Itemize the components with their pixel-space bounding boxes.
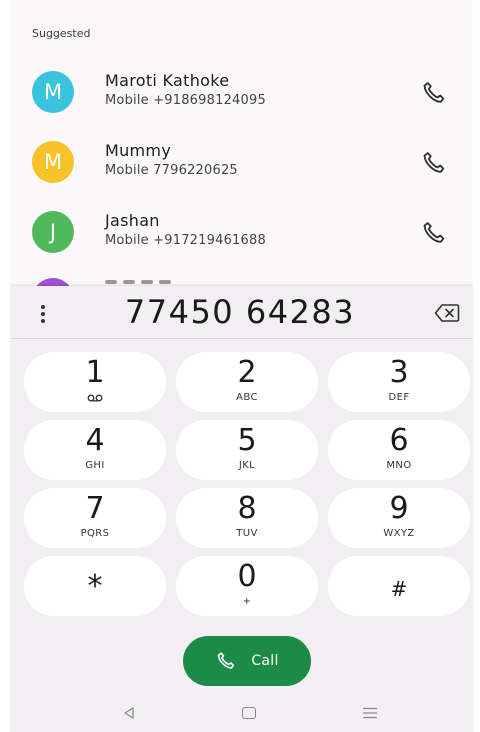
key-digit: 1 bbox=[85, 355, 105, 390]
phone-icon[interactable] bbox=[420, 149, 448, 177]
key-letters: DEF bbox=[388, 392, 410, 403]
contact-number: Mobile 7796220625 bbox=[105, 163, 238, 178]
key-letters: TUV bbox=[236, 528, 258, 539]
phone-icon[interactable] bbox=[420, 219, 448, 247]
contact-row[interactable]: J Jashan Mobile +917219461688 bbox=[10, 203, 473, 267]
phone-icon bbox=[218, 652, 235, 669]
contact-name-partial bbox=[105, 274, 215, 284]
dial-key-hash[interactable]: # bbox=[328, 556, 470, 616]
key-digit: 0 bbox=[237, 559, 257, 594]
key-digit: 3 bbox=[389, 355, 409, 390]
voicemail-icon bbox=[87, 394, 103, 402]
dialpad-panel: 77450 64283 1 2 ABC 3 DEF 4 GHI 5 JKL 6 bbox=[10, 286, 473, 732]
contact-row[interactable]: M Mummy Mobile 7796220625 bbox=[10, 133, 473, 197]
key-letters: JKL bbox=[238, 460, 256, 471]
key-digit: 8 bbox=[237, 491, 257, 526]
key-letters: ABC bbox=[236, 392, 258, 403]
phone-screen: Suggested M Maroti Kathoke Mobile +91869… bbox=[10, 0, 473, 732]
avatar: J bbox=[32, 211, 74, 253]
dialed-number[interactable]: 77450 64283 bbox=[70, 293, 410, 331]
contact-name: Mummy bbox=[105, 141, 172, 160]
key-letters: MNO bbox=[386, 460, 412, 471]
dial-key-7[interactable]: 7 PQRS bbox=[24, 488, 166, 548]
dial-key-0[interactable]: 0 + bbox=[176, 556, 318, 616]
avatar: M bbox=[32, 71, 74, 113]
more-vert-icon[interactable] bbox=[36, 303, 50, 325]
key-digit: 6 bbox=[389, 423, 409, 458]
phone-icon[interactable] bbox=[420, 79, 448, 107]
dial-key-3[interactable]: 3 DEF bbox=[328, 352, 470, 412]
key-digit: 7 bbox=[85, 491, 105, 526]
contact-name: Jashan bbox=[105, 211, 160, 230]
contact-number: Mobile +918698124095 bbox=[105, 93, 266, 108]
key-digit: 4 bbox=[85, 423, 105, 458]
key-letters: GHI bbox=[85, 460, 105, 471]
backspace-icon[interactable] bbox=[434, 303, 460, 323]
dial-key-4[interactable]: 4 GHI bbox=[24, 420, 166, 480]
navigation-bar bbox=[10, 698, 473, 732]
dial-key-2[interactable]: 2 ABC bbox=[176, 352, 318, 412]
avatar: M bbox=[32, 141, 74, 183]
dial-key-star[interactable]: * bbox=[24, 556, 166, 616]
key-letters: WXYZ bbox=[383, 528, 415, 539]
key-digit: 9 bbox=[389, 491, 409, 526]
key-digit: 2 bbox=[237, 355, 257, 390]
dial-key-9[interactable]: 9 WXYZ bbox=[328, 488, 470, 548]
contact-number: Mobile +917219461688 bbox=[105, 233, 266, 248]
dial-key-1[interactable]: 1 bbox=[24, 352, 166, 412]
contact-row[interactable]: M Maroti Kathoke Mobile +918698124095 bbox=[10, 63, 473, 127]
divider bbox=[10, 338, 473, 339]
dial-key-6[interactable]: 6 MNO bbox=[328, 420, 470, 480]
menu-lines-icon[interactable] bbox=[362, 707, 378, 719]
call-label: Call bbox=[251, 653, 279, 669]
key-digit: 5 bbox=[237, 423, 257, 458]
key-letters: + bbox=[242, 596, 252, 607]
suggested-heading: Suggested bbox=[32, 27, 91, 40]
dial-key-5[interactable]: 5 JKL bbox=[176, 420, 318, 480]
contact-name: Maroti Kathoke bbox=[105, 71, 230, 90]
key-letters: PQRS bbox=[80, 528, 110, 539]
call-button[interactable]: Call bbox=[183, 636, 311, 686]
triangle-back-icon[interactable] bbox=[122, 706, 136, 720]
square-home-icon[interactable] bbox=[242, 707, 256, 719]
dial-key-8[interactable]: 8 TUV bbox=[176, 488, 318, 548]
key-digit: # bbox=[390, 577, 408, 601]
key-digit: * bbox=[87, 569, 103, 604]
